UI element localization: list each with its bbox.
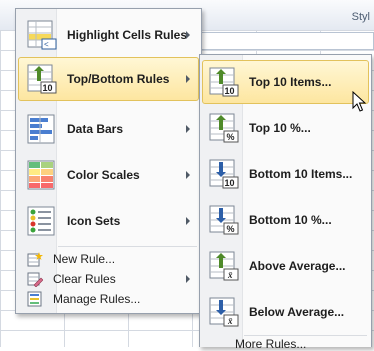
icon-badge: 10 [225, 178, 235, 188]
menu-item-label: Highlight Cells Rules [67, 28, 188, 42]
submenu-item-bottom-10-items[interactable]: 10 Bottom 10 Items... [202, 152, 369, 196]
svg-text:<: < [44, 40, 49, 49]
menu-item-clear-rules[interactable]: Clear Rules [18, 269, 199, 289]
submenu-item-label: Top 10 Items... [249, 75, 332, 89]
submenu-arrow-icon [186, 31, 190, 39]
submenu-item-top-10-items[interactable]: 10 Top 10 Items... [202, 60, 369, 104]
highlight-cells-icon: < [27, 20, 57, 50]
menu-item-label: Manage Rules... [53, 292, 141, 306]
submenu-item-label: Bottom 10 %... [249, 213, 332, 227]
icon-badge: x̄ [227, 316, 233, 326]
color-scales-icon [27, 160, 55, 190]
bottom-10-percent-icon: % [209, 205, 239, 235]
menu-item-label: Color Scales [67, 168, 140, 182]
submenu-item-label: Above Average... [249, 259, 346, 273]
menu-item-highlight-cells-rules[interactable]: < Highlight Cells Rules [18, 13, 199, 57]
submenu-item-label: Top 10 %... [249, 121, 311, 135]
top-10-percent-icon: % [209, 113, 239, 143]
icon-badge: 10 [225, 86, 235, 96]
submenu-arrow-icon [186, 75, 190, 83]
styles-group-label: Styl [351, 11, 370, 23]
submenu-arrow-icon [186, 217, 190, 225]
new-rule-icon [27, 252, 43, 267]
icon-badge: % [227, 224, 235, 234]
submenu-arrow-icon [186, 171, 190, 179]
menu-item-label: New Rule... [53, 252, 116, 266]
ribbon-gallery-strip [196, 32, 374, 50]
data-bars-icon [27, 114, 55, 144]
menu-item-color-scales[interactable]: Color Scales [18, 153, 199, 197]
icon-badge: x̄ [227, 270, 233, 280]
submenu-item-more-rules[interactable]: More Rules... [235, 337, 306, 351]
submenu-arrow-icon [186, 275, 190, 283]
manage-rules-icon [27, 291, 42, 307]
menu-item-icon-sets[interactable]: Icon Sets [18, 199, 199, 243]
submenu-item-label: Below Average... [249, 305, 345, 319]
above-average-icon: x̄ [209, 251, 239, 281]
menu-item-label: Clear Rules [53, 272, 116, 286]
menu-item-top-bottom-rules[interactable]: 10 Top/Bottom Rules [18, 57, 199, 101]
clear-rules-icon [27, 272, 43, 287]
top-bottom-icon: 10 [27, 64, 57, 94]
below-average-icon: x̄ [209, 297, 239, 327]
top-bottom-rules-submenu: 10 Top 10 Items... % Top 10 %... 10 Bott… [199, 54, 372, 347]
submenu-item-label: Bottom 10 Items... [249, 167, 353, 181]
menu-item-label: Icon Sets [67, 214, 121, 228]
icon-badge: % [227, 132, 235, 142]
svg-text:10: 10 [43, 83, 53, 93]
submenu-item-below-average[interactable]: x̄ Below Average... [202, 290, 369, 334]
mouse-cursor-icon [352, 91, 366, 112]
menu-separator [244, 335, 367, 336]
conditional-formatting-menu: < Highlight Cells Rules 10 Top/Bottom Ru… [15, 8, 202, 314]
menu-separator [58, 246, 197, 247]
submenu-item-top-10-percent[interactable]: % Top 10 %... [202, 106, 369, 150]
menu-item-new-rule[interactable]: New Rule... [18, 249, 199, 269]
submenu-arrow-icon [186, 125, 190, 133]
icon-sets-icon [27, 206, 55, 236]
submenu-item-above-average[interactable]: x̄ Above Average... [202, 244, 369, 288]
bottom-10-items-icon: 10 [209, 159, 239, 189]
submenu-item-bottom-10-percent[interactable]: % Bottom 10 %... [202, 198, 369, 242]
menu-item-data-bars[interactable]: Data Bars [18, 107, 199, 151]
menu-item-manage-rules[interactable]: Manage Rules... [18, 289, 199, 309]
menu-item-label: Data Bars [67, 122, 124, 136]
menu-item-label: Top/Bottom Rules [67, 72, 170, 86]
top-10-items-icon: 10 [209, 67, 239, 97]
